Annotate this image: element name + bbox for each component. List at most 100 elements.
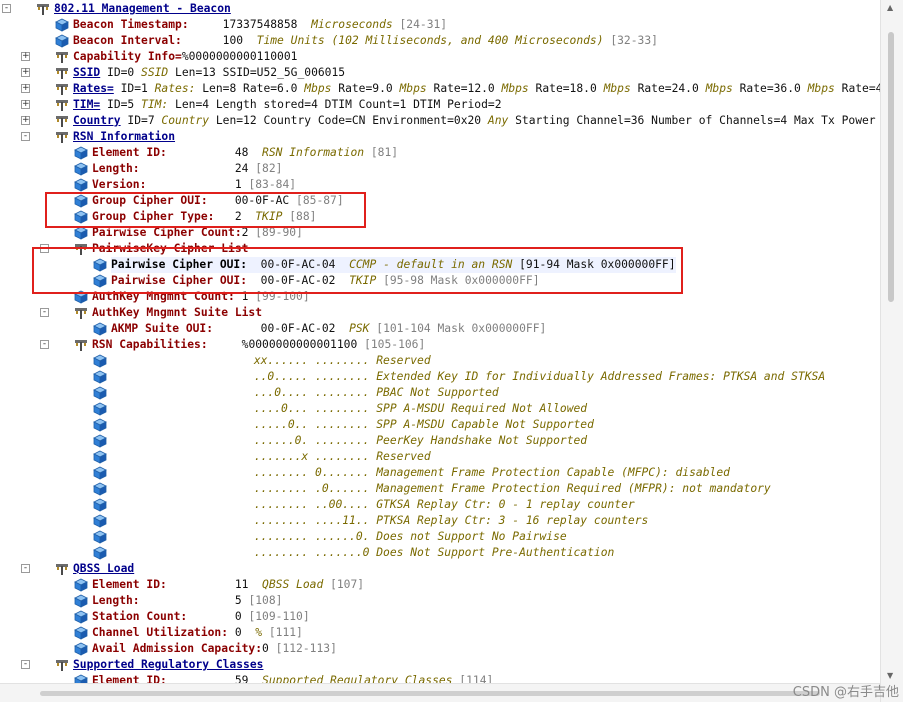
field-segment: Rate=12.0 <box>433 82 502 95</box>
collapse-toggle-icon[interactable]: - <box>40 308 49 317</box>
field-segment: ........ 0....... Management Frame Prote… <box>253 466 730 479</box>
field-segment: PSK <box>349 322 377 335</box>
tree-row[interactable]: AuthKey Mngmnt Count: 1 [99-100] <box>0 289 880 305</box>
tree-row[interactable]: ...0.... ........ PBAC Not Supported <box>0 385 880 401</box>
field-segment: 00-0F-AC-02 <box>260 274 350 287</box>
tree-row[interactable]: xx...... ........ Reserved <box>0 353 880 369</box>
tree-row[interactable]: - QBSS Load <box>0 561 880 577</box>
field-cube-icon <box>93 418 107 432</box>
tree-row[interactable]: ........ ..00.... GTKSA Replay Ctr: 0 - … <box>0 497 880 513</box>
tree-row-text: SSID ID=0 SSID Len=13 SSID=U52_5G_006015 <box>73 65 345 81</box>
tree-row[interactable]: - Supported Regulatory Classes <box>0 657 880 673</box>
horizontal-scrollbar[interactable] <box>0 683 880 702</box>
field-segment: [99-100] <box>255 290 310 303</box>
field-segment: Group Cipher Type: <box>92 210 235 223</box>
field-segment: RSN Capabilities: <box>92 338 242 351</box>
field-cube-icon <box>93 434 107 448</box>
tree-row[interactable]: Element ID: 48 RSN Information [81] <box>0 145 880 161</box>
collapse-toggle-icon[interactable]: - <box>40 244 49 253</box>
field-segment: Mbps <box>603 82 638 95</box>
tree-row[interactable]: .....0.. ........ SPP A-MSDU Capable Not… <box>0 417 880 433</box>
tree-row[interactable]: Beacon Timestamp: 17337548858 Microsecon… <box>0 17 880 33</box>
field-segment: Rate=9.0 <box>338 82 400 95</box>
vertical-scrollbar[interactable]: ▲ ▼ <box>880 0 903 702</box>
tree-row[interactable]: - AuthKey Mngmnt Suite List <box>0 305 880 321</box>
tree-row[interactable]: Pairwise Cipher OUI: 00-0F-AC-04 CCMP - … <box>0 257 880 273</box>
tree-row[interactable]: Beacon Interval: 100 Time Units (102 Mil… <box>0 33 880 49</box>
tree-row-text: ........ ......0. Does not Support No Pa… <box>111 529 567 545</box>
tree-row[interactable]: - 802.11 Management - Beacon <box>0 1 880 17</box>
tree-row[interactable]: + Capability Info=%0000000000110001 <box>0 49 880 65</box>
tree-row[interactable]: ........ .......0 Does Not Support Pre-A… <box>0 545 880 561</box>
tree-row[interactable]: Pairwise Cipher Count:2 [89-90] <box>0 225 880 241</box>
tree-row[interactable]: Version: 1 [83-84] <box>0 177 880 193</box>
field-segment: PairwiseKey Cipher List <box>92 242 249 255</box>
tree-row[interactable]: - PairwiseKey Cipher List <box>0 241 880 257</box>
scroll-down-arrow-icon[interactable]: ▼ <box>887 671 893 680</box>
field-segment: Supported Regulatory Classes <box>73 658 264 671</box>
scroll-up-arrow-icon[interactable]: ▲ <box>887 3 893 12</box>
field-segment: Mbps <box>705 82 740 95</box>
tree-row[interactable]: - RSN Capabilities: %0000000000001100 [10… <box>0 337 880 353</box>
tree-row[interactable]: + TIM= ID=5 TIM: Len=4 Length stored=4 DT… <box>0 97 880 113</box>
field-cube-icon <box>93 258 107 272</box>
tree-row[interactable]: ........ ....11.. PTKSA Replay Ctr: 3 - … <box>0 513 880 529</box>
field-segment: Element ID: <box>92 146 235 159</box>
tree-row[interactable]: Station Count: 0 [109-110] <box>0 609 880 625</box>
field-segment: xx...... ........ Reserved <box>253 354 431 367</box>
vertical-scroll-thumb[interactable] <box>888 32 894 302</box>
tree-row-text: Pairwise Cipher OUI: 00-0F-AC-02 TKIP [9… <box>111 273 540 289</box>
tree-row[interactable]: ..0..... ........ Extended Key ID for In… <box>0 369 880 385</box>
field-segment: ID=7 <box>120 114 162 127</box>
field-segment: Len=13 SSID=U52_5G_006015 <box>175 66 346 79</box>
expand-toggle-icon[interactable]: + <box>21 100 30 109</box>
tree-row[interactable]: + SSID ID=0 SSID Len=13 SSID=U52_5G_00601… <box>0 65 880 81</box>
tree-row[interactable]: .......x ........ Reserved <box>0 449 880 465</box>
field-segment: Mbps <box>807 82 842 95</box>
collapse-toggle-icon[interactable]: - <box>21 132 30 141</box>
node-trowel-icon <box>74 306 88 320</box>
horizontal-scroll-thumb[interactable] <box>40 691 820 696</box>
expand-toggle-icon[interactable]: + <box>21 68 30 77</box>
tree-row[interactable]: Length: 24 [82] <box>0 161 880 177</box>
tree-row[interactable]: Channel Utilization: 0 % [111] <box>0 625 880 641</box>
expand-toggle-icon[interactable]: + <box>21 116 30 125</box>
expand-toggle-icon[interactable]: + <box>21 52 30 61</box>
collapse-toggle-icon[interactable]: - <box>40 340 49 349</box>
field-segment: Length: <box>92 594 235 607</box>
tree-row-text: Beacon Interval: 100 Time Units (102 Mil… <box>73 33 658 49</box>
collapse-toggle-icon[interactable]: - <box>21 660 30 669</box>
field-segment: [91-94 Mask 0x000000FF] <box>519 258 676 271</box>
tree-row[interactable]: ........ ......0. Does not Support No Pa… <box>0 529 880 545</box>
tree-row[interactable]: AKMP Suite OUI: 00-0F-AC-02 PSK [101-104… <box>0 321 880 337</box>
expand-toggle-icon[interactable]: + <box>21 84 30 93</box>
field-segment: Rate=48 <box>841 82 880 95</box>
tree-row[interactable]: ........ .0...... Management Frame Prote… <box>0 481 880 497</box>
collapse-toggle-icon[interactable]: - <box>21 564 30 573</box>
tree-row-text: Channel Utilization: 0 % [111] <box>92 625 303 641</box>
tree-row[interactable]: Group Cipher Type: 2 TKIP [88] <box>0 209 880 225</box>
field-segment <box>111 466 254 479</box>
tree-row[interactable]: Pairwise Cipher OUI: 00-0F-AC-02 TKIP [9… <box>0 273 880 289</box>
field-segment: Avail Admission Capacity: <box>92 642 263 655</box>
field-cube-icon <box>93 530 107 544</box>
tree-row[interactable]: ........ 0....... Management Frame Prote… <box>0 465 880 481</box>
field-segment: TKIP <box>255 210 290 223</box>
tree-row[interactable]: Length: 5 [108] <box>0 593 880 609</box>
tree-row[interactable]: Element ID: 11 QBSS Load [107] <box>0 577 880 593</box>
field-segment: ........ .......0 Does Not Support Pre-A… <box>253 546 615 559</box>
tree-row-text: RSN Capabilities: %0000000000001100 [105… <box>92 337 425 353</box>
collapse-toggle-icon[interactable]: - <box>2 4 11 13</box>
tree-row[interactable]: ......0. ........ PeerKey Handshake Not … <box>0 433 880 449</box>
tree-row[interactable]: ....0... ........ SPP A-MSDU Required No… <box>0 401 880 417</box>
tree-row[interactable]: + Country ID=7 Country Len=12 Country Cod… <box>0 113 880 129</box>
tree-row[interactable]: - RSN Information <box>0 129 880 145</box>
tree-row-text: QBSS Load <box>73 561 134 577</box>
field-segment: Pairwise Cipher OUI: <box>111 258 261 271</box>
tree-row[interactable]: Avail Admission Capacity:0 [112-113] <box>0 641 880 657</box>
tree-row[interactable]: Group Cipher OUI: 00-0F-AC [85-87] <box>0 193 880 209</box>
field-segment: ID=1 <box>113 82 155 95</box>
tree-row[interactable]: + Rates= ID=1 Rates: Len=8 Rate=6.0 Mbps … <box>0 81 880 97</box>
field-segment: ......0. ........ PeerKey Handshake Not … <box>253 434 588 447</box>
field-cube-icon <box>74 210 88 224</box>
